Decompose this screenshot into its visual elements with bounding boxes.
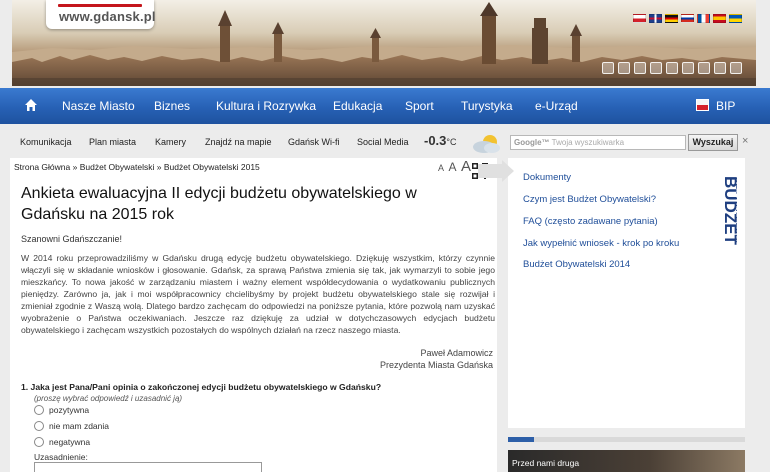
flag-en-icon[interactable] [649,14,662,23]
nav-item-turystyka[interactable]: Turystyka [461,99,513,113]
flag-de-icon[interactable] [665,14,678,23]
sidebar-link-jak-wypelnic[interactable]: Jak wypełnić wniosek - krok po kroku [523,238,679,249]
header-banner: www.gdansk.pl [12,0,756,86]
logo-line-obywatelski: OBYWATELSKI [733,176,737,243]
main-navigation: Nasze Miasto Biznes Kultura i Rozrywka E… [0,88,770,124]
foursquare-icon[interactable] [666,62,678,74]
social-links [602,62,742,74]
subnav-item-kamery[interactable]: Kamery [155,137,186,147]
temperature-unit: °C [446,137,457,147]
flag-fr-icon[interactable] [697,14,710,23]
option-label: nie mam zdania [49,421,110,431]
flickr-icon[interactable] [698,62,710,74]
nav-item-bip[interactable]: BIP [716,99,735,113]
survey-question-1: 1. Jaka jest Pana/Pani opinia o zakończo… [21,382,382,392]
font-size-small-button[interactable]: A [438,163,444,173]
breadcrumb-item-home[interactable]: Strona Główna [14,162,70,172]
radio-pozytywna[interactable] [34,405,44,415]
sidebar-link-czym-jest[interactable]: Czym jest Budżet Obywatelski? [523,194,656,205]
news-slide-caption: Przed nami druga [512,458,580,468]
temperature-readout: -0.3°C [424,133,457,148]
signature-title: Prezydenta Miasta Gdańska [379,360,493,370]
option-negatywna[interactable]: negatywna [34,437,90,447]
breadcrumb-item-budzet-2015[interactable]: Budżet Obywatelski 2015 [164,162,260,172]
nav-item-sport[interactable]: Sport [405,99,434,113]
option-label: negatywna [49,437,91,447]
flag-ua-icon[interactable] [729,14,742,23]
font-size-large-button[interactable]: A [461,158,471,175]
justification-label: Uzasadnienie: [34,452,88,462]
twitter-icon[interactable] [618,62,630,74]
rss-icon[interactable] [714,62,726,74]
search-button[interactable]: Wyszukaj [688,134,738,151]
close-icon[interactable]: × [742,135,748,147]
breadcrumb: Strona Główna » Budżet Obywatelski » Bud… [14,162,260,172]
sidebar-link-faq[interactable]: FAQ (często zadawane pytania) [523,216,658,227]
language-switcher [633,14,742,23]
search-input[interactable]: Google™ Twoja wyszukiwarka [510,135,686,150]
sub-navigation: Komunikacja Plan miasta Kamery Znajdź na… [0,124,770,158]
sidebar-link-dokumenty[interactable]: Dokumenty [523,172,571,183]
radio-negatywna[interactable] [34,437,44,447]
breadcrumb-separator: » [72,162,78,172]
font-size-medium-button[interactable]: A [448,160,456,174]
facebook-icon[interactable] [602,62,614,74]
flag-pl-icon[interactable] [633,14,646,23]
justification-textarea[interactable] [34,462,262,472]
survey-question-hint: (proszę wybrać odpowiedź i uzasadnić ją) [34,394,183,403]
temperature-value: -0.3 [424,133,447,148]
sidebar-link-budzet-2014[interactable]: Budżet Obywatelski 2014 [523,259,630,270]
budzet-obywatelski-logo: BUDŻET OBYWATELSKI [721,176,737,246]
subnav-item-wifi[interactable]: Gdańsk Wi-fi [288,137,340,147]
slider-progress[interactable] [508,437,745,442]
slider-progress-fill [508,437,535,442]
nav-item-edukacja[interactable]: Edukacja [333,99,382,113]
article-panel: Strona Główna » Budżet Obywatelski » Bud… [10,158,497,472]
flag-es-icon[interactable] [713,14,726,23]
option-nie-mam-zdania[interactable]: nie mam zdania [34,421,109,431]
subnav-item-plan-miasta[interactable]: Plan miasta [89,137,136,147]
weather-cloud-sun-icon [473,135,500,153]
option-pozytywna[interactable]: pozytywna [34,405,89,415]
subnav-item-komunikacja[interactable]: Komunikacja [20,137,72,147]
logo-text: www.gdansk.pl [59,9,156,24]
youtube-icon[interactable] [730,62,742,74]
search-brand-label: Google™ [514,138,550,147]
home-icon[interactable] [24,98,38,112]
subnav-item-znajdz-na-mapie[interactable]: Znajdź na mapie [205,137,272,147]
logo-accent-bar [58,4,142,7]
news-slide[interactable]: Przed nami druga [508,450,745,472]
breadcrumb-item-budzet[interactable]: Budżet Obywatelski [80,162,155,172]
subnav-item-social-media[interactable]: Social Media [357,137,409,147]
instagram-icon[interactable] [634,62,646,74]
font-size-switcher: A A A [438,158,471,176]
greeting-text: Szanowni Gdańszczanie! [21,234,123,244]
googleplus-icon[interactable] [682,62,694,74]
breadcrumb-separator: » [156,162,162,172]
pointer-arrow-icon [478,160,514,182]
option-label: pozytywna [49,405,90,415]
nav-item-biznes[interactable]: Biznes [154,99,190,113]
flag-ru-icon[interactable] [681,14,694,23]
bip-flag-icon [696,99,709,111]
intro-paragraph: W 2014 roku przeprowadziliśmy w Gdańsku … [21,253,495,335]
pinterest-icon[interactable] [650,62,662,74]
nav-item-kultura[interactable]: Kultura i Rozrywka [216,99,316,113]
search-placeholder: Twoja wyszukiwarka [551,138,625,147]
signature-name: Paweł Adamowicz [420,348,493,358]
page-title: Ankieta ewaluacyjna II edycji budżetu ob… [21,185,417,223]
sidebar-panel: Dokumenty Czym jest Budżet Obywatelski? … [508,158,745,428]
radio-nie-mam-zdania[interactable] [34,421,44,431]
site-logo[interactable]: www.gdansk.pl [46,0,156,29]
nav-item-nasze-miasto[interactable]: Nasze Miasto [62,99,135,113]
nav-item-e-urzad[interactable]: e-Urząd [535,99,578,113]
